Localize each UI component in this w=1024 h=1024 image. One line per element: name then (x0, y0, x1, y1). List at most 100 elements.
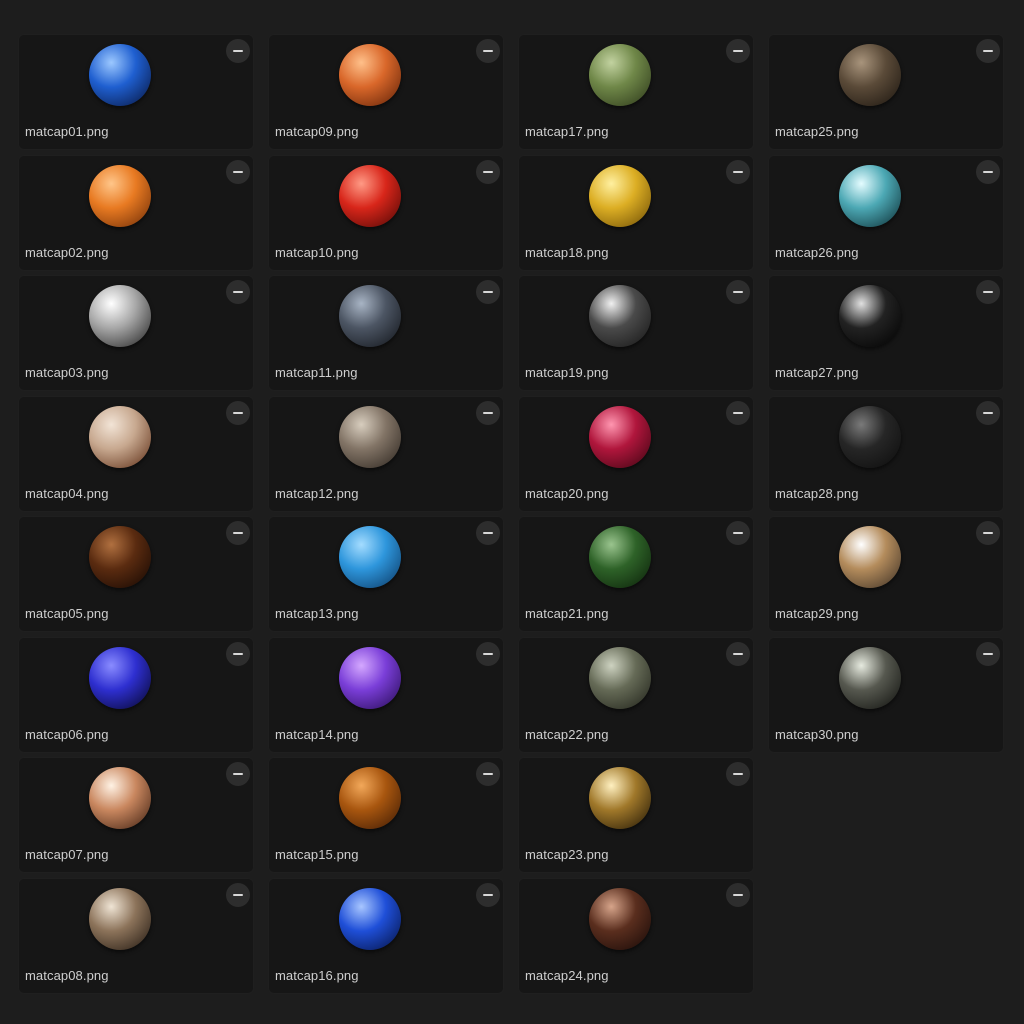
minus-icon (733, 412, 743, 414)
matcap-card[interactable]: matcap07.png (18, 757, 254, 873)
matcap-filename: matcap01.png (25, 124, 109, 139)
matcap-filename: matcap17.png (525, 124, 609, 139)
minus-icon (233, 653, 243, 655)
remove-matcap-button[interactable] (226, 401, 250, 425)
matcap-grid: matcap01.png matcap02.png matcap03.png matc… (18, 34, 1006, 996)
remove-matcap-button[interactable] (976, 160, 1000, 184)
remove-matcap-button[interactable] (476, 521, 500, 545)
matcap-card[interactable]: matcap19.png (518, 275, 754, 391)
minus-icon (483, 773, 493, 775)
matcap-card[interactable]: matcap23.png (518, 757, 754, 873)
matcap-preview-sphere (339, 647, 401, 709)
matcap-preview-sphere (89, 165, 151, 227)
remove-matcap-button[interactable] (726, 401, 750, 425)
minus-icon (483, 894, 493, 896)
matcap-filename: matcap05.png (25, 606, 109, 621)
remove-matcap-button[interactable] (226, 642, 250, 666)
matcap-card[interactable]: matcap27.png (768, 275, 1004, 391)
matcap-card[interactable]: matcap08.png (18, 878, 254, 994)
remove-matcap-button[interactable] (976, 642, 1000, 666)
remove-matcap-button[interactable] (476, 762, 500, 786)
remove-matcap-button[interactable] (976, 521, 1000, 545)
matcap-card[interactable]: matcap30.png (768, 637, 1004, 753)
matcap-preview-sphere (839, 285, 901, 347)
matcap-preview-sphere (589, 406, 651, 468)
minus-icon (483, 532, 493, 534)
matcap-filename: matcap08.png (25, 968, 109, 983)
matcap-filename: matcap13.png (275, 606, 359, 621)
remove-matcap-button[interactable] (226, 521, 250, 545)
matcap-preview-sphere (89, 647, 151, 709)
minus-icon (233, 171, 243, 173)
matcap-preview-sphere (339, 44, 401, 106)
matcap-preview-sphere (339, 526, 401, 588)
matcap-card[interactable]: matcap10.png (268, 155, 504, 271)
remove-matcap-button[interactable] (726, 521, 750, 545)
matcap-card[interactable]: matcap02.png (18, 155, 254, 271)
matcap-card[interactable]: matcap14.png (268, 637, 504, 753)
matcap-card[interactable]: matcap11.png (268, 275, 504, 391)
remove-matcap-button[interactable] (226, 883, 250, 907)
matcap-filename: matcap30.png (775, 727, 859, 742)
remove-matcap-button[interactable] (226, 39, 250, 63)
matcap-card[interactable]: matcap20.png (518, 396, 754, 512)
matcap-filename: matcap15.png (275, 847, 359, 862)
remove-matcap-button[interactable] (226, 160, 250, 184)
matcap-card[interactable]: matcap22.png (518, 637, 754, 753)
remove-matcap-button[interactable] (976, 280, 1000, 304)
matcap-filename: matcap23.png (525, 847, 609, 862)
matcap-preview-sphere (339, 406, 401, 468)
remove-matcap-button[interactable] (476, 401, 500, 425)
remove-matcap-button[interactable] (976, 39, 1000, 63)
matcap-card[interactable]: matcap05.png (18, 516, 254, 632)
matcap-preview-sphere (339, 888, 401, 950)
matcap-card[interactable]: matcap29.png (768, 516, 1004, 632)
matcap-card[interactable]: matcap03.png (18, 275, 254, 391)
remove-matcap-button[interactable] (226, 280, 250, 304)
matcap-card[interactable]: matcap17.png (518, 34, 754, 150)
minus-icon (733, 171, 743, 173)
remove-matcap-button[interactable] (726, 642, 750, 666)
remove-matcap-button[interactable] (476, 280, 500, 304)
matcap-card[interactable]: matcap01.png (18, 34, 254, 150)
matcap-card[interactable]: matcap04.png (18, 396, 254, 512)
matcap-filename: matcap16.png (275, 968, 359, 983)
matcap-card[interactable]: matcap09.png (268, 34, 504, 150)
matcap-card[interactable]: matcap12.png (268, 396, 504, 512)
matcap-card[interactable]: matcap24.png (518, 878, 754, 994)
matcap-filename: matcap07.png (25, 847, 109, 862)
remove-matcap-button[interactable] (476, 642, 500, 666)
minus-icon (733, 291, 743, 293)
matcap-preview-sphere (589, 888, 651, 950)
minus-icon (233, 773, 243, 775)
remove-matcap-button[interactable] (476, 160, 500, 184)
remove-matcap-button[interactable] (726, 762, 750, 786)
remove-matcap-button[interactable] (226, 762, 250, 786)
matcap-card[interactable]: matcap26.png (768, 155, 1004, 271)
matcap-card[interactable]: matcap25.png (768, 34, 1004, 150)
minus-icon (983, 412, 993, 414)
matcap-card[interactable]: matcap18.png (518, 155, 754, 271)
matcap-preview-sphere (589, 767, 651, 829)
matcap-preview-sphere (89, 767, 151, 829)
matcap-preview-sphere (839, 406, 901, 468)
matcap-card[interactable]: matcap15.png (268, 757, 504, 873)
matcap-preview-sphere (589, 285, 651, 347)
remove-matcap-button[interactable] (726, 280, 750, 304)
matcap-card[interactable]: matcap28.png (768, 396, 1004, 512)
matcap-filename: matcap03.png (25, 365, 109, 380)
remove-matcap-button[interactable] (476, 883, 500, 907)
matcap-preview-sphere (839, 44, 901, 106)
matcap-card[interactable]: matcap13.png (268, 516, 504, 632)
minus-icon (983, 291, 993, 293)
remove-matcap-button[interactable] (726, 160, 750, 184)
remove-matcap-button[interactable] (726, 883, 750, 907)
remove-matcap-button[interactable] (726, 39, 750, 63)
matcap-preview-sphere (89, 285, 151, 347)
remove-matcap-button[interactable] (976, 401, 1000, 425)
remove-matcap-button[interactable] (476, 39, 500, 63)
minus-icon (233, 894, 243, 896)
matcap-card[interactable]: matcap21.png (518, 516, 754, 632)
matcap-card[interactable]: matcap16.png (268, 878, 504, 994)
matcap-card[interactable]: matcap06.png (18, 637, 254, 753)
